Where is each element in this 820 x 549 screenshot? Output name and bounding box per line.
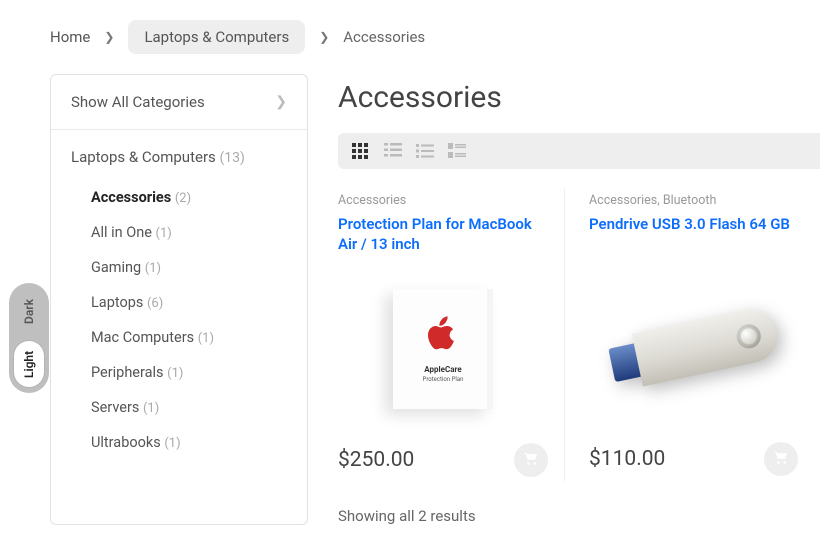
cart-icon bbox=[524, 451, 539, 469]
sidebar-item-count: (1) bbox=[164, 436, 180, 451]
sidebar-item-count: (1) bbox=[145, 261, 161, 276]
sidebar-item-label: Ultrabooks bbox=[91, 434, 161, 451]
main-content: Accessories Accessories Protection Plan … bbox=[338, 74, 820, 525]
breadcrumb: Home ❯ Laptops & Computers ❯ Accessories bbox=[0, 0, 820, 74]
add-to-cart-button[interactable] bbox=[514, 443, 548, 477]
product-card[interactable]: Accessories Protection Plan for MacBook … bbox=[338, 189, 548, 481]
sidebar-item-count: (1) bbox=[156, 226, 172, 241]
subcategory-list: Accessories (2) All in One (1) Gaming (1… bbox=[51, 174, 307, 474]
sidebar-item-label: Peripherals bbox=[91, 364, 164, 381]
sidebar-item-servers[interactable]: Servers (1) bbox=[51, 390, 307, 425]
sidebar-item-peripherals[interactable]: Peripherals (1) bbox=[51, 355, 307, 390]
theme-light-option[interactable]: Light bbox=[14, 341, 44, 387]
breadcrumb-current: Accessories bbox=[343, 28, 425, 46]
sidebar-item-count: (6) bbox=[147, 296, 163, 311]
product-category: Accessories, Bluetooth bbox=[589, 193, 798, 208]
view-toolbar bbox=[338, 133, 820, 169]
sidebar-item-count: (1) bbox=[198, 331, 214, 346]
product-title[interactable]: Protection Plan for MacBook Air / 13 inc… bbox=[338, 214, 548, 255]
sidebar-item-count: (1) bbox=[143, 401, 159, 416]
chevron-right-icon: ❯ bbox=[319, 30, 329, 44]
sidebar-item-count: (2) bbox=[175, 191, 191, 206]
sidebar-item-accessories[interactable]: Accessories (2) bbox=[51, 180, 307, 215]
add-to-cart-button[interactable] bbox=[764, 442, 798, 476]
sidebar-item-label: Servers bbox=[91, 399, 139, 416]
sidebar-item-gaming[interactable]: Gaming (1) bbox=[51, 250, 307, 285]
breadcrumb-parent[interactable]: Laptops & Computers bbox=[128, 20, 305, 54]
sidebar-item-ultrabooks[interactable]: Ultrabooks (1) bbox=[51, 425, 307, 460]
parent-category-count: (13) bbox=[220, 150, 245, 166]
grid-small-icon[interactable] bbox=[352, 143, 370, 159]
list-small-icon[interactable] bbox=[416, 143, 434, 159]
breadcrumb-home[interactable]: Home bbox=[50, 28, 90, 46]
sidebar-item-label: Gaming bbox=[91, 259, 141, 276]
parent-category[interactable]: Laptops & Computers (13) bbox=[51, 130, 307, 174]
sidebar-item-maccomputers[interactable]: Mac Computers (1) bbox=[51, 320, 307, 355]
sidebar-item-laptops[interactable]: Laptops (6) bbox=[51, 285, 307, 320]
applecare-label: AppleCare bbox=[424, 365, 461, 374]
sidebar-item-allinone[interactable]: All in One (1) bbox=[51, 215, 307, 250]
applecare-box-icon: AppleCare Protection Plan bbox=[393, 289, 493, 409]
product-image bbox=[589, 268, 798, 428]
product-grid: Accessories Protection Plan for MacBook … bbox=[338, 189, 820, 481]
product-image: AppleCare Protection Plan bbox=[338, 269, 548, 429]
category-sidebar: Show All Categories ❯ Laptops & Computer… bbox=[50, 74, 308, 525]
applecare-sub: Protection Plan bbox=[423, 376, 464, 383]
sidebar-item-label: Mac Computers bbox=[91, 329, 194, 346]
show-all-label: Show All Categories bbox=[71, 93, 205, 111]
product-price: $110.00 bbox=[589, 447, 665, 471]
show-all-categories[interactable]: Show All Categories ❯ bbox=[51, 75, 307, 130]
grid-large-icon[interactable] bbox=[384, 143, 402, 159]
theme-dark-option[interactable]: Dark bbox=[14, 289, 44, 335]
chevron-right-icon: ❯ bbox=[104, 30, 114, 44]
product-price: $250.00 bbox=[338, 448, 414, 472]
product-category: Accessories bbox=[338, 193, 548, 208]
product-title[interactable]: Pendrive USB 3.0 Flash 64 GB bbox=[589, 214, 798, 254]
list-large-icon[interactable] bbox=[448, 143, 466, 159]
theme-toggle[interactable]: Dark Light bbox=[9, 283, 49, 393]
pendrive-icon bbox=[605, 301, 782, 395]
apple-logo-icon bbox=[425, 315, 461, 359]
sidebar-item-label: Laptops bbox=[91, 294, 143, 311]
product-card[interactable]: Accessories, Bluetooth Pendrive USB 3.0 … bbox=[564, 189, 798, 481]
chevron-right-icon: ❯ bbox=[275, 94, 287, 110]
sidebar-item-label: Accessories bbox=[91, 189, 171, 206]
sidebar-item-label: All in One bbox=[91, 224, 152, 241]
parent-category-label: Laptops & Computers bbox=[71, 148, 216, 166]
cart-icon bbox=[774, 450, 789, 468]
page-title: Accessories bbox=[338, 80, 820, 115]
sidebar-item-count: (1) bbox=[167, 366, 183, 381]
results-count: Showing all 2 results bbox=[338, 507, 820, 525]
